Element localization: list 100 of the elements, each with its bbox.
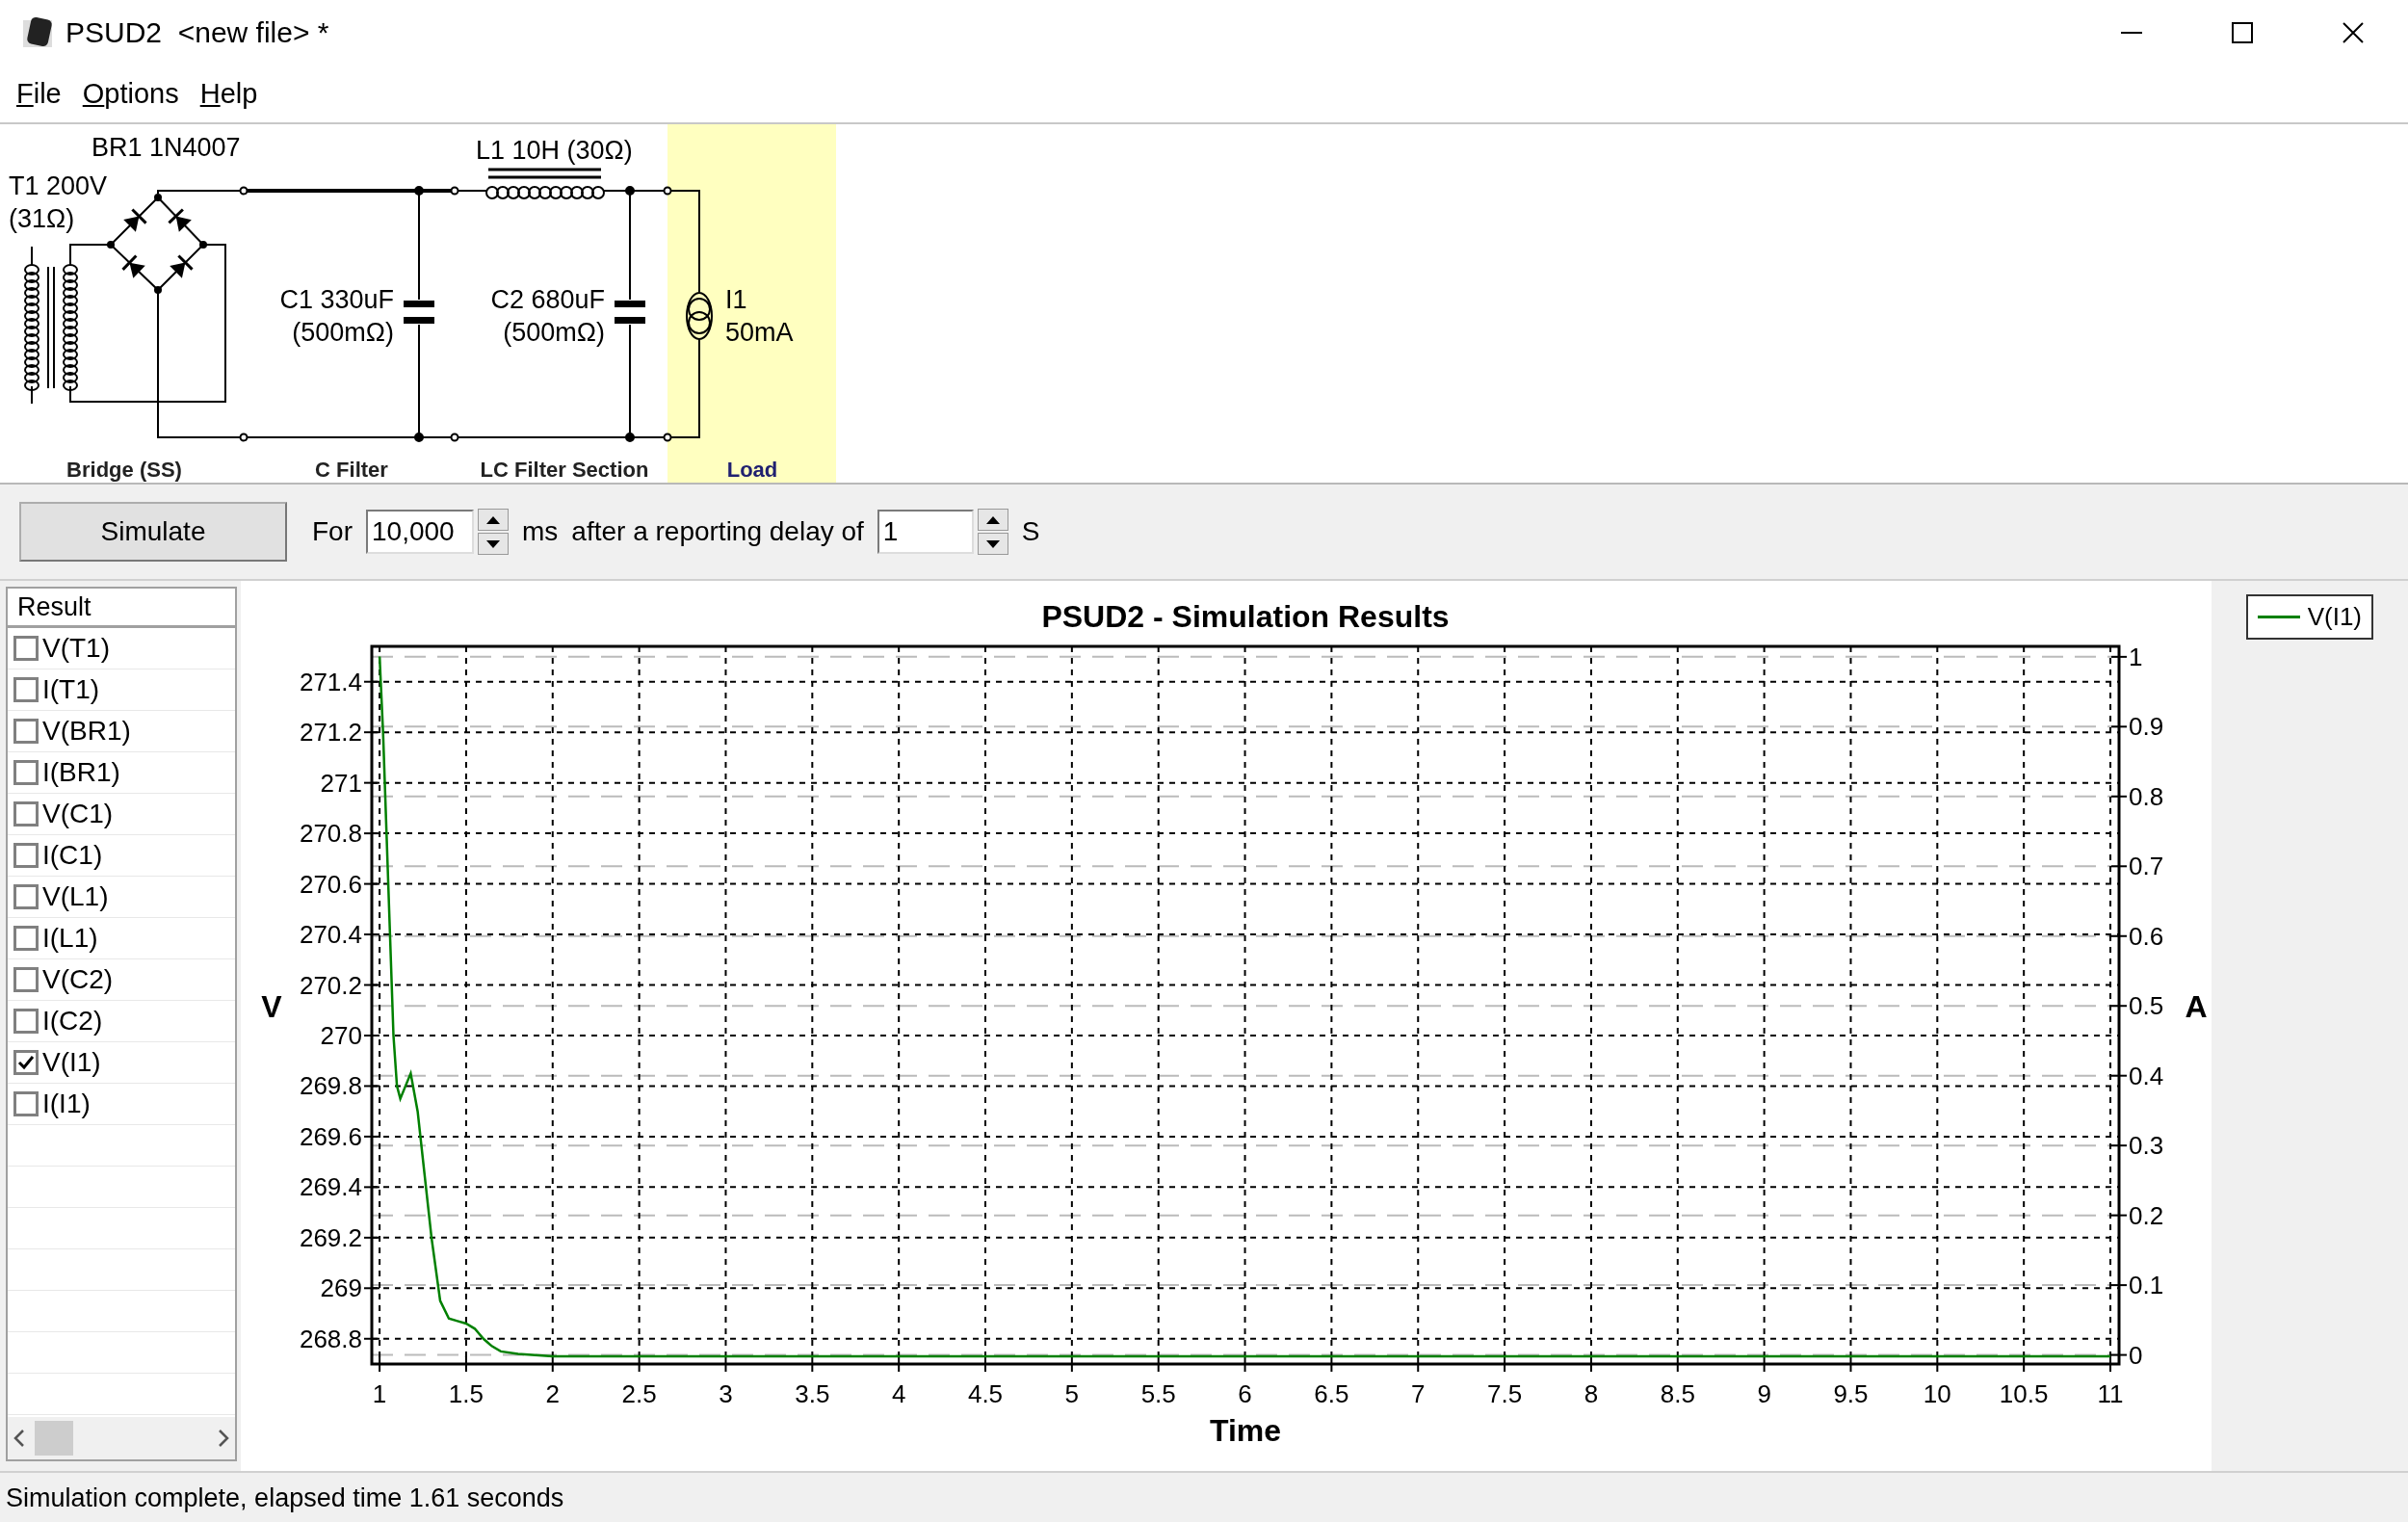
axis-tick-label: 1 [2129,642,2143,671]
result-label[interactable]: I(I1) [42,1089,91,1119]
checkbox[interactable] [13,1091,39,1116]
component-label: BR1 1N4007 [92,133,241,162]
axis-tick-label: 1 [372,1379,387,1408]
down-triangle-icon [486,539,500,548]
check-icon [17,1055,35,1070]
result-label[interactable]: V(T1) [42,633,110,664]
axis-tick-label: 271.4 [299,667,362,696]
axis-tick-label: 5.5 [1140,1379,1176,1408]
axis-tick-label: 11 [2097,1379,2124,1408]
section-label: Load [726,458,778,482]
axis-tick-label: 7.5 [1487,1379,1523,1408]
horizontal-scrollbar[interactable] [8,1417,235,1459]
component-label: (500mΩ) [292,318,394,347]
axis-tick-label: 4 [891,1379,906,1408]
component-label: C1 330uF [279,285,394,314]
component-label: 50mA [725,318,794,347]
result-label[interactable]: V(C2) [42,964,114,995]
axis-tick-label: 271 [320,768,362,798]
axis-tick-label: 270.8 [299,819,362,849]
axis-tick-label: 0.8 [2129,781,2164,811]
axis-tick-label: 6 [1238,1379,1252,1408]
component-label: I1 [725,285,747,314]
unit-label: ms [522,516,559,547]
axis-tick-label: 6.5 [1314,1379,1349,1408]
app-icon [21,15,54,49]
checkbox[interactable] [13,801,39,827]
checkbox[interactable] [13,677,39,702]
section-label: C Filter [315,458,388,482]
component-label: (31Ω) [9,204,75,233]
axis-tick-label: 270 [320,1021,362,1050]
section-label: Bridge (SS) [66,458,182,482]
axis-tick-label: 9.5 [1833,1379,1869,1408]
maximize-icon [2231,21,2253,43]
result-label[interactable]: V(L1) [42,881,109,912]
axis-tick-label: 0.3 [2129,1131,2164,1161]
axis-tick-label: 10.5 [1999,1379,2049,1408]
axis-tick-label: 3 [719,1379,733,1408]
checkbox[interactable] [13,967,39,992]
result-label[interactable]: V(BR1) [42,716,131,747]
axis-tick-label: 0.7 [2129,852,2164,881]
status-bar: Simulation complete, elapsed time 1.61 seconds [0,1471,2408,1522]
checkbox[interactable] [13,719,39,744]
checkbox[interactable] [13,760,39,785]
scroll-thumb[interactable] [35,1421,73,1456]
checkbox[interactable] [13,926,39,951]
result-label[interactable]: V(I1) [42,1047,101,1078]
menu-item[interactable]: Help [189,73,269,114]
result-label[interactable]: V(C1) [42,799,114,829]
chart-title: PSUD2 - Simulation Results [1041,599,1450,634]
axis-tick-label: 2.5 [621,1379,657,1408]
result-label[interactable]: I(BR1) [42,757,120,788]
number-field[interactable]: 1 [877,510,974,554]
section-label: LC Filter Section [480,458,649,482]
axis-tick-label: 8.5 [1660,1379,1695,1408]
axis-tick-label: 0.1 [2129,1271,2164,1300]
component-label: T1 200V [9,171,108,200]
axis-tick-label: 269.6 [299,1121,362,1151]
menu-item[interactable]: Options [71,73,190,114]
menu-item[interactable]: File [6,73,72,114]
x-axis-label: Time [1209,1413,1282,1448]
spin-down-button[interactable] [977,533,1008,555]
axis-tick-label: 4.5 [967,1379,1004,1408]
component-label: (500mΩ) [503,318,605,347]
spin-down-button[interactable] [478,533,509,555]
unit-label: S [1021,516,1040,547]
spin-up-button[interactable] [478,509,509,531]
axis-tick-label: 10 [1923,1379,1951,1408]
axis-tick-label: 271.2 [299,718,362,748]
minimize-icon [2120,31,2142,34]
checkbox[interactable] [13,843,39,868]
checkbox[interactable] [13,1050,39,1075]
for-label: For [312,516,353,547]
spin-up-button[interactable] [977,509,1008,531]
up-triangle-icon [985,515,1000,524]
axis-tick-label: 1.5 [448,1379,484,1408]
axis-tick-label: 3.5 [795,1379,830,1408]
component-label: L1 10H (30Ω) [476,136,633,165]
result-label[interactable]: I(T1) [42,674,100,705]
result-label[interactable]: I(C2) [42,1006,103,1037]
axis-tick-label: 8 [1584,1379,1599,1408]
checkbox[interactable] [13,1009,39,1034]
checkbox[interactable] [13,636,39,661]
axis-tick-label: 270.6 [299,869,362,899]
result-label[interactable]: I(C1) [42,840,103,871]
up-triangle-icon [486,515,500,524]
close-icon [2342,21,2364,43]
axis-tick-label: 270.4 [299,920,362,950]
window-title: PSUD2 <new file> * [65,15,329,49]
axis-tick-label: 0.6 [2129,921,2164,951]
number-field[interactable]: 10,000 [366,510,474,554]
checkbox[interactable] [13,884,39,909]
legend-label: V(I1) [2307,602,2362,632]
axis-tick-label: 0.5 [2129,991,2164,1021]
simulate-button[interactable]: Simulate [19,502,287,562]
axis-tick-label: 0.4 [2129,1061,2164,1090]
axis-tick-label: 0.2 [2129,1200,2164,1230]
result-label[interactable]: I(L1) [42,923,98,954]
axis-tick-label: 269.2 [299,1222,362,1252]
